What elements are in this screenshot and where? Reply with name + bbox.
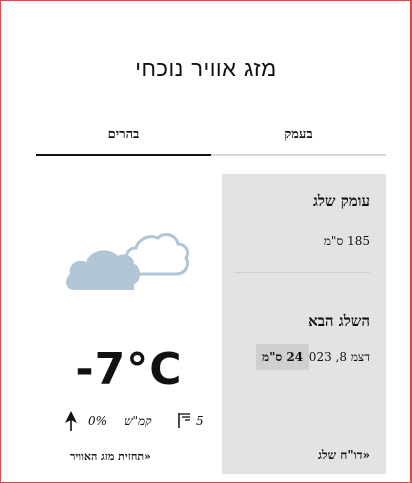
snow-depth-title: עומק שלג xyxy=(312,192,370,210)
snow-report-link[interactable]: «דו"ח שלג xyxy=(318,448,370,463)
divider xyxy=(234,272,370,273)
tab-bar: בעמק בהרים xyxy=(36,120,386,156)
precip-value: 0% xyxy=(88,414,108,428)
tab-mountain[interactable]: בהרים xyxy=(36,120,211,156)
snow-panel: עומק שלג 185 ס"מ השלג הבא דצמ 8, 2023 24… xyxy=(222,174,386,474)
wind-speed: 5 xyxy=(196,414,204,428)
page-title: מזג אוויר נוכחי xyxy=(135,57,277,82)
wind-direction-icon xyxy=(64,410,78,435)
next-snow-title: השלג הבא xyxy=(308,312,370,330)
snow-depth-value: 185 ס"מ xyxy=(323,234,370,248)
wind-unit: קמ"ש xyxy=(124,414,152,428)
forecast-link[interactable]: «תחזית מזג האוויר xyxy=(70,450,151,463)
temperature: -7°C xyxy=(75,344,183,395)
wind-row: 0% קמ"ש 5 xyxy=(64,410,204,435)
tab-valley[interactable]: בעמק xyxy=(211,120,386,156)
wind-flag-icon xyxy=(176,412,192,431)
next-snow-date: דצמ 8, 2023 xyxy=(301,350,370,364)
cloud-icon xyxy=(64,212,194,302)
weather-panel: -7°C 0% קמ"ש 5 «תחזית מזג האוויר xyxy=(36,174,222,474)
next-snow-amount: 24 ס"מ xyxy=(256,344,310,370)
